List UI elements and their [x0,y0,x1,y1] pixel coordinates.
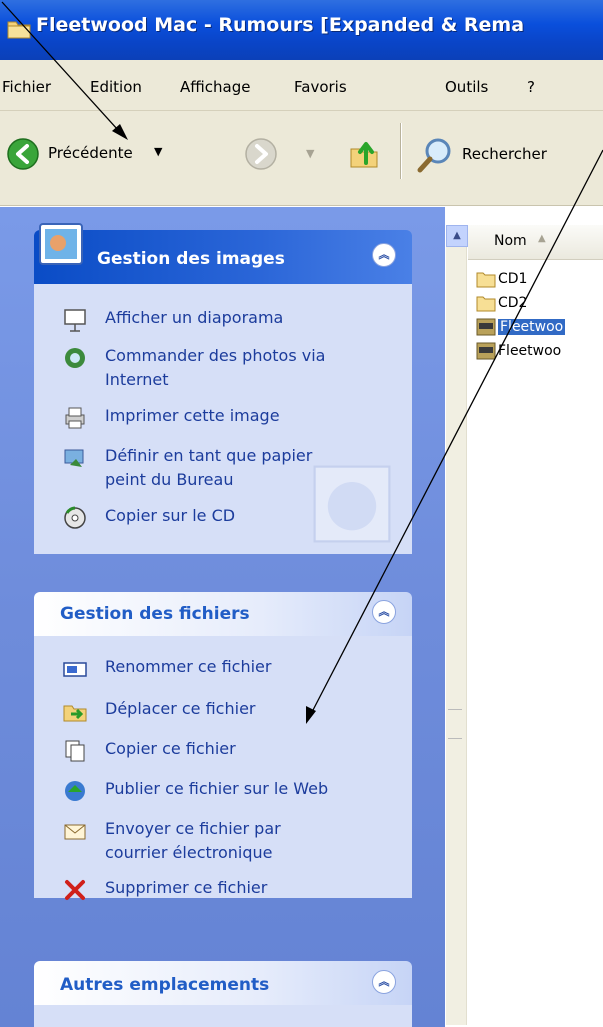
window-title: Fleetwood Mac - Rumours [Expanded & Rema [36,14,525,36]
menu-help[interactable]: ? [527,78,535,96]
task-label: Déplacer ce fichier [105,699,256,718]
column-header-name[interactable]: Nom ▲ [468,225,603,260]
task-label: Supprimer ce fichier [105,878,268,897]
toolbar-separator [400,123,402,179]
task-label-line2: peint du Bureau [105,470,234,489]
task-label: Définir en tant que papier [105,446,313,465]
folder-icon [476,272,496,288]
email-icon [64,824,86,840]
file-tasks-title: Gestion des fichiers [60,604,250,624]
file-name: Fleetwoo [498,343,562,359]
forward-arrow-icon [245,138,277,170]
scroll-up-icon[interactable]: ▲ [446,225,468,247]
column-name-label: Nom [494,233,527,249]
back-label: Précédente [48,144,133,162]
menu-affichage[interactable]: Affichage [180,78,250,96]
web-publish-icon [65,781,85,801]
file-name: Fleetwoo [498,319,566,335]
task-label-line2: Internet [105,370,169,389]
move-icon [63,705,87,722]
task-label: Commander des photos via [105,346,326,365]
scrollbar-grip[interactable] [448,709,462,739]
folder-icon [7,21,31,39]
wallpaper-icon [64,449,84,467]
menu-bar: Fichier Edition Affichage Favoris Outils… [0,60,603,111]
file-list-pane: ▲ Nom ▲ CD1 CD2 Fleetwoo Fleetwoo [446,207,603,1027]
back-button[interactable]: Précédente ▼ [4,135,224,175]
collapse-chevron-icon[interactable]: ︽ [372,600,396,624]
slideshow-icon [64,309,86,332]
menu-edition[interactable]: Edition [90,78,142,96]
up-folder-icon[interactable] [348,137,382,171]
forward-dropdown-arrow-icon[interactable]: ▼ [306,147,314,160]
file-name: CD1 [498,271,528,287]
delete-icon [65,880,85,900]
image-tasks-title: Gestion des images [97,249,285,269]
task-label: Afficher un diaporama [105,308,284,327]
menu-outils[interactable]: Outils [445,78,488,96]
menu-favoris[interactable]: Favoris [294,78,347,96]
file-name: CD2 [498,295,528,311]
task-label: Renommer ce fichier [105,657,272,676]
task-label: Publier ce fichier sur le Web [105,779,329,798]
jpg-file-icon [476,318,496,336]
collapse-chevron-icon[interactable]: ︽ [372,970,396,994]
cd-icon [64,506,86,529]
search-label: Rechercher [462,145,547,163]
task-label: Imprimer cette image [105,406,280,425]
title-bar[interactable]: Fleetwood Mac - Rumours [Expanded & Rema [0,0,603,60]
back-arrow-icon [7,138,39,170]
jpg-file-icon [476,342,496,360]
sort-ascending-icon: ▲ [538,233,546,244]
rename-icon [63,662,87,677]
copy-icon [65,740,85,762]
folder-icon [476,296,496,312]
vertical-scrollbar[interactable]: ▲ [446,225,468,1025]
photo-album-icon [39,223,83,265]
watermark-photo-icon [313,465,391,543]
other-places-title: Autres emplacements [60,975,270,995]
task-label: Envoyer ce fichier par [105,819,281,838]
task-label: Copier ce fichier [105,739,236,758]
menu-fichier[interactable]: Fichier [2,78,51,96]
collapse-chevron-icon[interactable]: ︽ [372,243,396,267]
other-places-panel [34,1005,412,1027]
order-photos-icon [65,348,85,368]
search-icon [417,138,451,173]
task-label: Copier sur le CD [105,506,236,525]
search-button[interactable]: Rechercher [412,133,602,177]
task-label-line2: courrier électronique [105,843,273,862]
forward-button[interactable]: ▼ [244,137,324,173]
back-dropdown-arrow-icon[interactable]: ▼ [154,145,162,158]
toolbar: Précédente ▼ ▼ Rechercher [0,111,603,206]
print-icon [65,407,85,429]
